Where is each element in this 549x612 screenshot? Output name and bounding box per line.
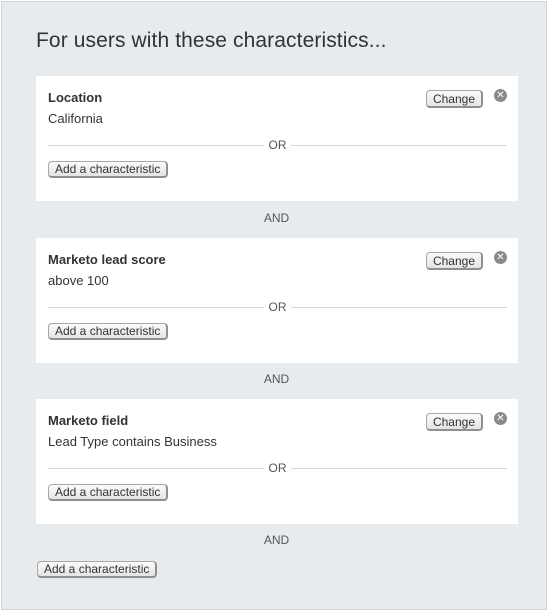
card-title: Marketo field bbox=[48, 413, 129, 428]
close-circle-icon[interactable]: ✕ bbox=[494, 89, 507, 102]
add-characteristic-button[interactable]: Add a characteristic bbox=[37, 561, 158, 578]
close-circle-icon[interactable]: ✕ bbox=[494, 412, 507, 425]
add-characteristic-button[interactable]: Add a characteristic bbox=[48, 323, 169, 340]
card-value: California bbox=[48, 111, 103, 126]
add-characteristic-button[interactable]: Add a characteristic bbox=[48, 161, 169, 178]
change-button[interactable]: Change bbox=[425, 252, 483, 270]
divider bbox=[291, 145, 507, 146]
card-title: Location bbox=[48, 90, 103, 105]
characteristic-card-lead-score: Marketo lead score above 100 Change ✕ OR… bbox=[36, 238, 518, 363]
or-separator: OR bbox=[48, 300, 507, 316]
divider bbox=[291, 468, 507, 469]
divider bbox=[291, 307, 507, 308]
add-characteristic-button[interactable]: Add a characteristic bbox=[48, 484, 169, 501]
characteristic-card-field: Marketo field Lead Type contains Busines… bbox=[36, 399, 518, 524]
change-button[interactable]: Change bbox=[425, 413, 483, 431]
close-circle-icon[interactable]: ✕ bbox=[494, 251, 507, 264]
card-value: Lead Type contains Business bbox=[48, 434, 217, 449]
characteristic-card-location: Location California Change ✕ OR Add a ch… bbox=[36, 76, 518, 201]
card-value: above 100 bbox=[48, 273, 109, 288]
or-separator: OR bbox=[48, 138, 507, 154]
card-title: Marketo lead score bbox=[48, 252, 166, 267]
and-label: AND bbox=[263, 533, 290, 547]
change-button[interactable]: Change bbox=[425, 90, 483, 108]
or-separator: OR bbox=[48, 461, 507, 477]
and-label: AND bbox=[263, 211, 290, 225]
characteristics-panel: For users with these characteristics... … bbox=[1, 1, 547, 610]
panel-heading: For users with these characteristics... bbox=[36, 29, 387, 52]
and-label: AND bbox=[263, 372, 290, 386]
